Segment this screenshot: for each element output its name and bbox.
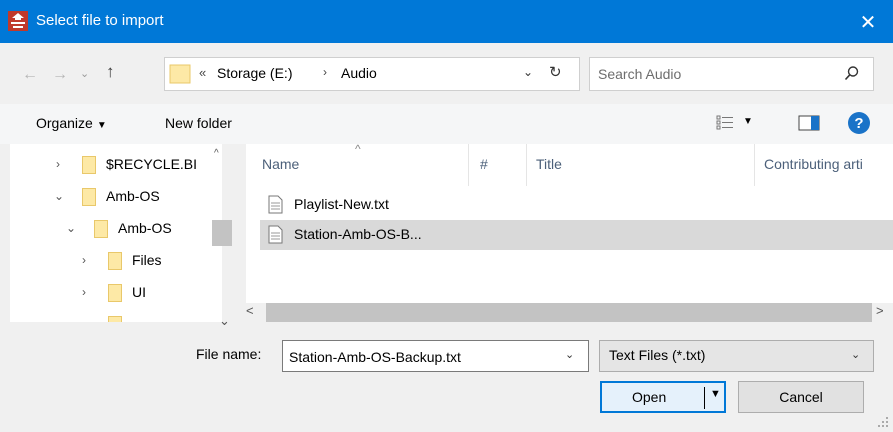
file-name: Playlist-New.txt xyxy=(294,196,389,212)
close-icon: ✕ xyxy=(859,11,877,34)
close-button[interactable]: ✕ xyxy=(849,6,887,38)
tree-item-label: $RECYCLE.BI xyxy=(106,156,198,172)
scroll-right-icon[interactable]: > xyxy=(876,303,884,318)
folder-icon xyxy=(82,188,96,206)
breadcrumb-storage[interactable]: Storage (E:) xyxy=(217,65,292,81)
resize-grip-icon[interactable] xyxy=(875,414,889,428)
breadcrumb-audio[interactable]: Audio xyxy=(341,65,377,81)
navigation-scroll-thumb[interactable] xyxy=(212,220,232,246)
folder-icon xyxy=(169,64,191,84)
file-name-input[interactable] xyxy=(289,347,551,367)
tree-item-partial[interactable] xyxy=(10,310,232,322)
folder-icon xyxy=(108,252,122,270)
column-divider[interactable] xyxy=(526,144,527,186)
tree-item-files[interactable]: › Files xyxy=(10,246,232,276)
file-name: Station-Amb-OS-B... xyxy=(294,226,422,242)
tree-item-amb-os-sub[interactable]: ⌄ Amb-OS xyxy=(10,214,232,244)
file-row[interactable]: Playlist-New.txt xyxy=(260,190,470,220)
recent-locations-chevron-icon[interactable]: ⌄ xyxy=(80,67,89,80)
view-dropdown-icon[interactable]: ▼ xyxy=(743,116,753,127)
command-bar: Organize ▼ New folder ▼ ? xyxy=(0,104,893,144)
scroll-up-icon[interactable]: ^ xyxy=(214,148,219,159)
cancel-button[interactable]: Cancel xyxy=(738,381,864,413)
expand-chevron-icon[interactable]: › xyxy=(82,285,86,299)
navigation-pane: › $RECYCLE.BI ⌄ Amb-OS ⌄ Amb-OS › Files … xyxy=(10,144,232,322)
up-arrow-icon[interactable]: ↑ xyxy=(106,62,115,82)
column-divider[interactable] xyxy=(468,144,469,186)
open-button-label: Open xyxy=(632,389,667,405)
window-title: Select file to import xyxy=(36,12,164,29)
text-file-icon xyxy=(268,225,283,244)
column-header-title[interactable]: Title xyxy=(536,156,562,172)
search-input[interactable] xyxy=(598,64,818,84)
dropdown-arrow-icon: ▼ xyxy=(96,120,107,131)
tree-item-label: Amb-OS xyxy=(118,220,172,236)
folder-icon xyxy=(108,316,122,322)
expand-chevron-icon[interactable]: › xyxy=(82,253,86,267)
tree-item-recycle-bin[interactable]: › $RECYCLE.BI xyxy=(10,150,232,180)
column-header-name[interactable]: Name xyxy=(262,156,299,172)
file-row-selected[interactable]: Station-Amb-OS-B... xyxy=(260,220,893,250)
horizontal-scroll-thumb[interactable] xyxy=(266,303,872,322)
split-divider xyxy=(704,387,705,409)
forward-arrow-icon[interactable]: → xyxy=(52,66,68,84)
file-list: ^ Name # Title Contributing arti Playlis… xyxy=(246,144,893,322)
tree-item-label: UI xyxy=(132,284,146,300)
new-folder-button[interactable]: New folder xyxy=(165,115,232,131)
view-options-icon[interactable] xyxy=(716,114,734,130)
preview-pane-icon[interactable] xyxy=(798,115,820,131)
tree-item-ui[interactable]: › UI xyxy=(10,278,232,308)
address-dropdown-icon[interactable]: ⌄ xyxy=(523,65,533,79)
collapse-chevron-icon[interactable]: ⌄ xyxy=(54,189,64,203)
address-overflow-icon[interactable]: « xyxy=(199,65,206,80)
scroll-left-icon[interactable]: < xyxy=(246,303,254,318)
chevron-down-icon[interactable]: ⌄ xyxy=(565,348,574,361)
collapse-chevron-icon[interactable]: ⌄ xyxy=(66,221,76,235)
organize-button[interactable]: Organize ▼ xyxy=(36,115,107,131)
tree-item-label: Amb-OS xyxy=(106,188,160,204)
title-bar: Select file to import ✕ xyxy=(0,0,893,43)
file-name-combobox[interactable]: ⌄ xyxy=(282,340,589,372)
cancel-button-label: Cancel xyxy=(779,389,823,405)
folder-icon xyxy=(108,284,122,302)
file-type-select[interactable]: Text Files (*.txt) ⌄ xyxy=(599,340,874,372)
tree-item-amb-os[interactable]: ⌄ Amb-OS xyxy=(10,182,232,212)
sort-ascending-icon: ^ xyxy=(355,144,361,156)
refresh-icon[interactable]: ↻ xyxy=(549,63,562,81)
open-dropdown-icon[interactable]: ▼ xyxy=(710,388,721,400)
breadcrumb-separator-icon[interactable]: › xyxy=(323,65,327,79)
column-header-row: ^ Name # Title Contributing arti xyxy=(246,144,893,186)
column-header-number[interactable]: # xyxy=(480,156,488,172)
chevron-down-icon[interactable]: ⌄ xyxy=(851,348,860,361)
scroll-down-icon[interactable]: ⌄ xyxy=(219,313,230,329)
search-icon[interactable] xyxy=(844,65,860,81)
file-type-value: Text Files (*.txt) xyxy=(609,347,706,363)
search-box[interactable] xyxy=(589,57,874,91)
column-divider[interactable] xyxy=(754,144,755,186)
help-icon[interactable]: ? xyxy=(848,112,870,134)
folder-icon xyxy=(94,220,108,238)
expand-chevron-icon[interactable]: › xyxy=(56,157,60,171)
file-name-label: File name: xyxy=(196,346,262,362)
address-bar[interactable]: « Storage (E:) › Audio ⌄ ↻ xyxy=(164,57,580,91)
folder-icon xyxy=(82,156,96,174)
open-button[interactable]: Open ▼ xyxy=(600,381,726,413)
column-header-contributing-artists[interactable]: Contributing arti xyxy=(764,156,863,172)
tree-item-label: Files xyxy=(132,252,162,268)
app-icon xyxy=(8,11,28,31)
back-arrow-icon[interactable]: ← xyxy=(22,66,38,84)
organize-label: Organize xyxy=(36,115,93,131)
text-file-icon xyxy=(268,195,283,214)
